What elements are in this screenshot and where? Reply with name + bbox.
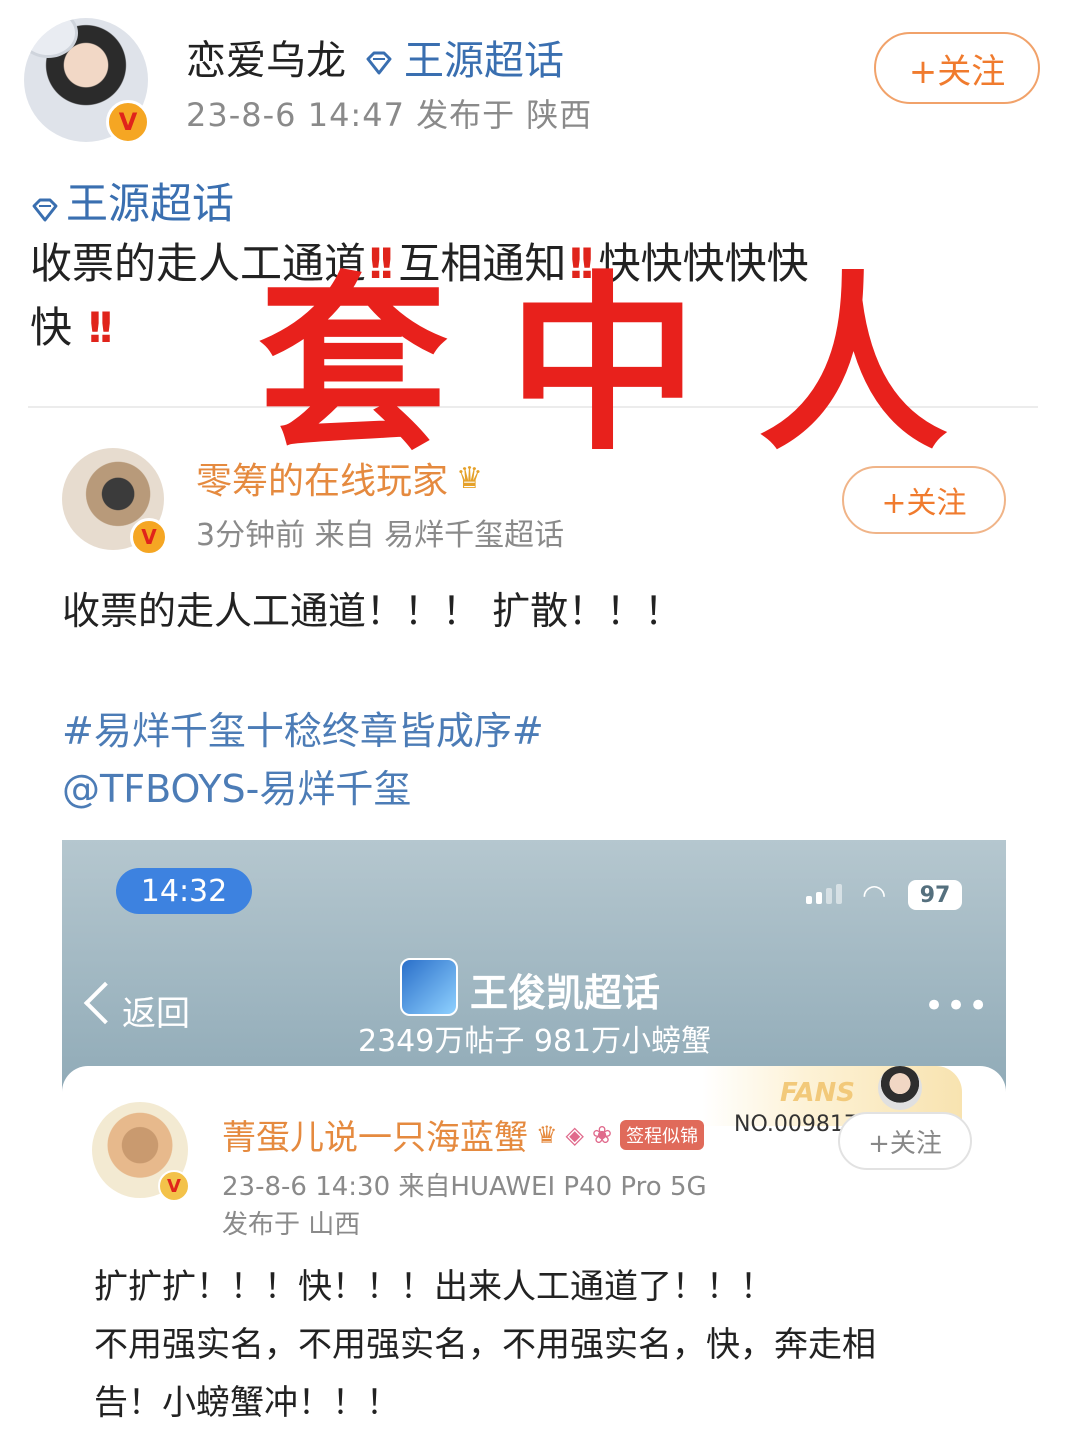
verified-badge-icon: V: [158, 1170, 190, 1202]
title-badge: 签程似锦: [620, 1119, 705, 1150]
mention-link[interactable]: @TFBOYS-易烊千玺: [62, 758, 411, 813]
topic-stats: 2349万帖子 981万小螃蟹: [358, 1024, 712, 1059]
embedded-screenshot: 14:32 ◠ 97 返回 王俊凯超话 2349万帖子 981万小螃蟹 ••• …: [62, 840, 1006, 1433]
topic-link-label: 王源超话: [404, 38, 564, 84]
fans-avatar: [878, 1066, 922, 1110]
fans-label: FANS: [780, 1078, 856, 1108]
double-exclamation-icon: !!: [85, 303, 115, 352]
card-text-line: 扩扩扩！！！快！！！出来人工通道了！！！: [94, 1267, 774, 1307]
quoted-meta: 3分钟前 来自 易烊千玺超话: [196, 518, 565, 553]
card-author-name: 菁蛋儿说一只海蓝蟹: [222, 1118, 528, 1158]
card-location: 发布于 山西: [222, 1210, 361, 1240]
status-time: 14:32: [116, 868, 252, 914]
card-follow-button[interactable]: +关注: [838, 1112, 972, 1170]
chevron-left-icon[interactable]: [83, 981, 127, 1025]
card-text-line: 不用强实名，不用强实名，不用强实名，快，奔走相: [94, 1325, 876, 1365]
diamond-icon: [30, 186, 60, 221]
post-meta: 23-8-6 14:47 发布于 陕西: [186, 96, 593, 134]
back-button[interactable]: 返回: [122, 986, 190, 1035]
wifi-icon: ◠: [862, 878, 887, 911]
card-meta: 23-8-6 14:30 来自HUAWEI P40 Pro 5G: [222, 1172, 707, 1202]
topic-tag-label: 王源超话: [66, 179, 235, 228]
verified-badge-icon: V: [130, 518, 168, 556]
crown-icon: ♛: [536, 1120, 558, 1149]
gem-icon: ◈: [565, 1120, 584, 1149]
card-text: 扩扩扩！！！快！！！出来人工通道了！！！ 不用强实名，不用强实名，不用强实名，快…: [94, 1258, 974, 1432]
post-text-part: 快: [30, 303, 73, 352]
diamond-icon: [364, 42, 394, 75]
overlay-caption: 套中人: [258, 253, 1009, 476]
pet-icon: ❀: [591, 1120, 613, 1149]
quoted-follow-button[interactable]: +关注: [842, 466, 1006, 534]
post-card: FANS NO.009817 V 菁蛋儿说一只海蓝蟹 ♛ ◈ ❀ 签程似锦 +关…: [62, 1066, 1006, 1433]
card-author[interactable]: 菁蛋儿说一只海蓝蟹 ♛ ◈ ❀ 签程似锦: [222, 1110, 705, 1159]
quoted-text: 收票的走人工通道！！！ 扩散！！！: [62, 589, 683, 633]
topic-tag[interactable]: 王源超话: [30, 170, 234, 231]
verified-badge-icon: V: [106, 100, 150, 144]
topic-title: 王俊凯超话: [470, 971, 661, 1015]
topic-icon: [400, 958, 458, 1016]
signal-icon: [806, 884, 842, 904]
battery-icon: 97: [908, 880, 962, 910]
topic-link[interactable]: 王源超话: [364, 28, 564, 86]
card-text-line: 告！小螃蟹冲！！！: [94, 1383, 400, 1423]
follow-button[interactable]: +关注: [874, 32, 1040, 104]
author-name[interactable]: 恋爱乌龙: [186, 28, 346, 86]
more-icon[interactable]: •••: [924, 986, 990, 1026]
hashtag-link[interactable]: #易烊千玺十稔终章皆成序#: [62, 700, 544, 755]
